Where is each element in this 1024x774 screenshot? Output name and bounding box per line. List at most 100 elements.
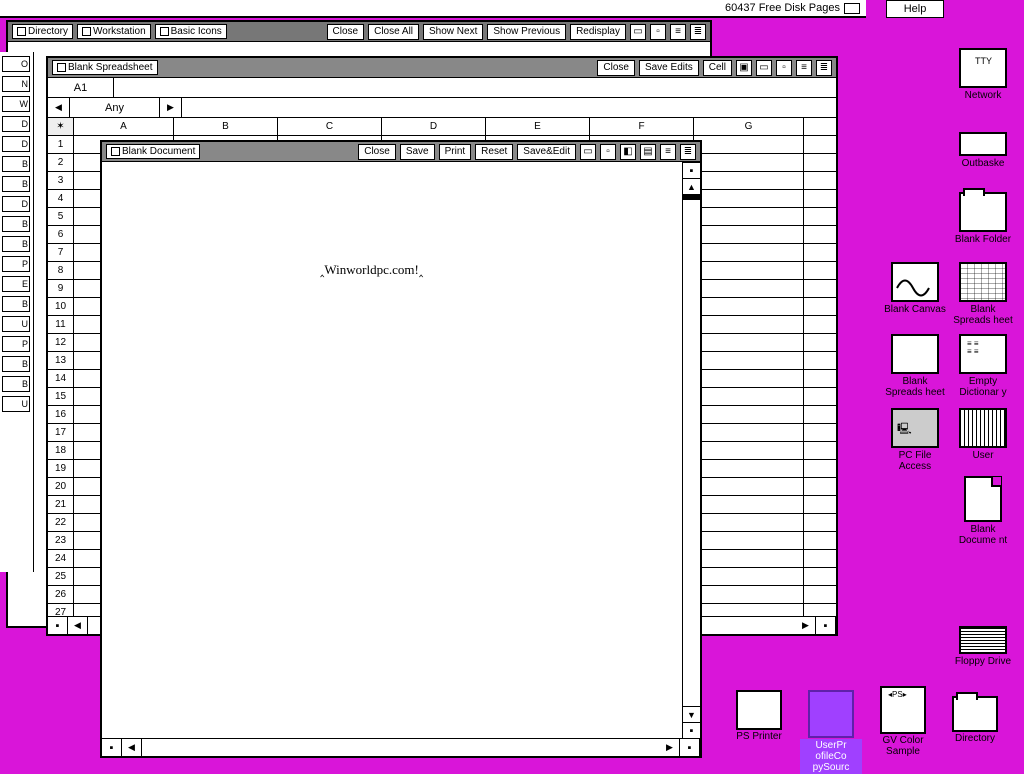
- strip-item[interactable]: U: [2, 316, 30, 332]
- cell[interactable]: [694, 280, 804, 297]
- row-header[interactable]: 25: [48, 568, 73, 586]
- cell[interactable]: [694, 550, 804, 567]
- column-header-A[interactable]: A: [74, 118, 174, 135]
- tab-workstation[interactable]: Workstation: [77, 24, 151, 39]
- cell[interactable]: [694, 532, 804, 549]
- blank-spreadsheet-icon-2[interactable]: Blank Spreads heet: [884, 334, 946, 398]
- row-header[interactable]: 14: [48, 370, 73, 388]
- doc-close-button[interactable]: Close: [358, 144, 396, 160]
- strip-item[interactable]: W: [2, 96, 30, 112]
- floppy-drive-icon[interactable]: Floppy Drive: [952, 626, 1014, 667]
- row-header[interactable]: 18: [48, 442, 73, 460]
- row-header[interactable]: 7: [48, 244, 73, 262]
- window-button-4[interactable]: ≣: [690, 24, 706, 40]
- window-button-3[interactable]: ≡: [670, 24, 686, 40]
- column-header-F[interactable]: F: [590, 118, 694, 135]
- strip-item[interactable]: U: [2, 396, 30, 412]
- cell[interactable]: [694, 352, 804, 369]
- type-prev-arrow[interactable]: [48, 98, 70, 117]
- cell[interactable]: [694, 514, 804, 531]
- ss-win-btn-5[interactable]: ≣: [816, 60, 832, 76]
- ss-win-btn-1[interactable]: ▣: [736, 60, 752, 76]
- row-header[interactable]: 11: [48, 316, 73, 334]
- column-header-G[interactable]: G: [694, 118, 804, 135]
- doc-reset-button[interactable]: Reset: [475, 144, 513, 160]
- row-header[interactable]: 20: [48, 478, 73, 496]
- ss-save-edits-button[interactable]: Save Edits: [639, 60, 699, 76]
- doc-btn-4[interactable]: ▤: [640, 144, 656, 160]
- doc-horizontal-scrollbar[interactable]: ▪ ▪: [102, 738, 700, 756]
- row-header[interactable]: 8: [48, 262, 73, 280]
- doc-vertical-scrollbar[interactable]: ▪ ▪: [682, 162, 700, 738]
- cell[interactable]: [694, 190, 804, 207]
- user-icon[interactable]: User: [952, 408, 1014, 461]
- cell[interactable]: [694, 388, 804, 405]
- blank-spreadsheet-icon[interactable]: Blank Spreads heet: [952, 262, 1014, 326]
- user-profile-icon[interactable]: UserPr ofileCo pySourc: [800, 690, 862, 774]
- ss-win-btn-3[interactable]: ▫: [776, 60, 792, 76]
- hscroll-right-icon[interactable]: [660, 739, 680, 756]
- row-header[interactable]: 15: [48, 388, 73, 406]
- hscroll-end-icon[interactable]: ▪: [816, 617, 836, 634]
- row-header[interactable]: 22: [48, 514, 73, 532]
- row-header[interactable]: 5: [48, 208, 73, 226]
- hscroll-end-icon[interactable]: ▪: [680, 739, 700, 756]
- cell[interactable]: [694, 442, 804, 459]
- hscroll-track[interactable]: [142, 739, 660, 756]
- row-header[interactable]: 2: [48, 154, 73, 172]
- strip-item[interactable]: B: [2, 236, 30, 252]
- row-header[interactable]: 1: [48, 136, 73, 154]
- row-header[interactable]: 17: [48, 424, 73, 442]
- cell[interactable]: [694, 496, 804, 513]
- strip-item[interactable]: P: [2, 256, 30, 272]
- row-header[interactable]: 12: [48, 334, 73, 352]
- outbasket-icon[interactable]: Outbaske: [952, 132, 1014, 169]
- doc-saveedit-button[interactable]: Save&Edit: [517, 144, 576, 160]
- ps-printer-icon[interactable]: PS Printer: [728, 690, 790, 742]
- hscroll-left-icon[interactable]: [122, 739, 142, 756]
- row-header[interactable]: 16: [48, 406, 73, 424]
- row-header[interactable]: 9: [48, 280, 73, 298]
- redisplay-button[interactable]: Redisplay: [570, 24, 626, 40]
- document-content[interactable]: ‸Winworldpc.com!‸: [102, 162, 700, 282]
- hscroll-left-icon[interactable]: [68, 617, 88, 634]
- show-next-button[interactable]: Show Next: [423, 24, 483, 40]
- row-header[interactable]: 4: [48, 190, 73, 208]
- hscroll-stop-icon[interactable]: ▪: [48, 617, 68, 634]
- gv-color-sample-icon[interactable]: ◂PS▸GV Color Sample: [872, 686, 934, 757]
- strip-item[interactable]: O: [2, 56, 30, 72]
- column-header-B[interactable]: B: [174, 118, 278, 135]
- cell[interactable]: [694, 298, 804, 315]
- cell[interactable]: [694, 568, 804, 585]
- network-icon[interactable]: TTYNetwork: [952, 48, 1014, 101]
- tab-basic-icons[interactable]: Basic Icons: [155, 24, 227, 39]
- row-header[interactable]: 3: [48, 172, 73, 190]
- show-previous-button[interactable]: Show Previous: [487, 24, 566, 40]
- pc-file-access-icon[interactable]: 🖳PC File Access: [884, 408, 946, 472]
- row-header[interactable]: 26: [48, 586, 73, 604]
- cell[interactable]: [694, 226, 804, 243]
- vscroll-top-icon[interactable]: ▪: [683, 162, 700, 178]
- ss-win-btn-4[interactable]: ≡: [796, 60, 812, 76]
- strip-item[interactable]: B: [2, 376, 30, 392]
- strip-item[interactable]: E: [2, 276, 30, 292]
- strip-item[interactable]: D: [2, 196, 30, 212]
- close-all-button[interactable]: Close All: [368, 24, 419, 40]
- cell[interactable]: [694, 406, 804, 423]
- cell[interactable]: [694, 208, 804, 225]
- strip-item[interactable]: B: [2, 176, 30, 192]
- menubar-box-icon[interactable]: [844, 3, 860, 14]
- strip-item[interactable]: B: [2, 216, 30, 232]
- column-header-D[interactable]: D: [382, 118, 486, 135]
- column-header-E[interactable]: E: [486, 118, 590, 135]
- blank-document-icon[interactable]: Blank Docume nt: [952, 476, 1014, 546]
- hscroll-right-icon[interactable]: [796, 617, 816, 634]
- cell[interactable]: [694, 334, 804, 351]
- strip-item[interactable]: D: [2, 116, 30, 132]
- vscroll-bottom-icon[interactable]: ▪: [683, 722, 700, 738]
- doc-btn-1[interactable]: ▭: [580, 144, 596, 160]
- strip-item[interactable]: B: [2, 156, 30, 172]
- cell[interactable]: [694, 370, 804, 387]
- cell[interactable]: [694, 136, 804, 153]
- vscroll-up-icon[interactable]: [683, 178, 700, 194]
